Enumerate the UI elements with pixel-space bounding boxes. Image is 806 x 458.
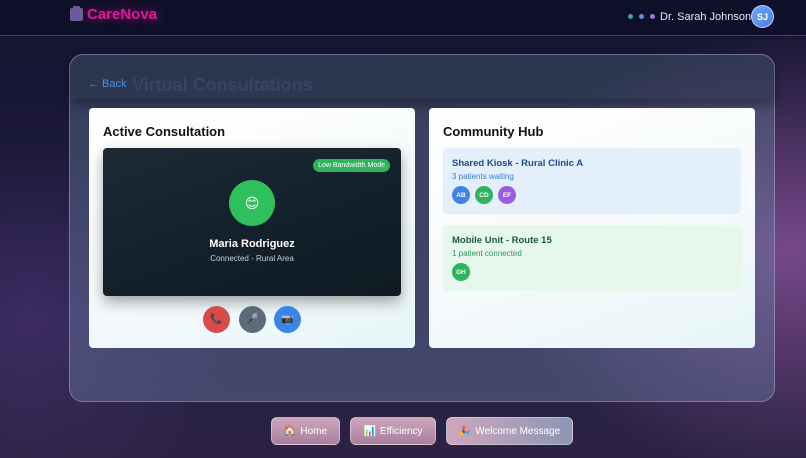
- home-icon: 🏠: [283, 425, 297, 437]
- patient-chip[interactable]: AB: [452, 186, 470, 204]
- status-dots: [628, 14, 655, 19]
- active-consultation-card: Active Consultation Low Bandwidth Mode 😊…: [89, 108, 415, 348]
- mute-button[interactable]: 🎤: [239, 306, 266, 333]
- status-dot: [650, 14, 655, 19]
- card-title: Active Consultation: [103, 124, 226, 139]
- welcome-label: Welcome Message: [475, 425, 561, 437]
- patient-chips: GH: [452, 263, 732, 281]
- patient-chip[interactable]: GH: [452, 263, 470, 281]
- patient-chip[interactable]: CD: [475, 186, 493, 204]
- hub-item-shared-kiosk[interactable]: Shared Kiosk - Rural Clinic A 3 patients…: [443, 148, 741, 214]
- back-link[interactable]: ← Back: [88, 78, 127, 90]
- connection-status: Connected - Rural Area: [210, 254, 294, 263]
- page-title: Virtual Consultations: [132, 75, 313, 95]
- brand-logo[interactable]: CareNova: [70, 5, 157, 23]
- card-title: Community Hub: [443, 124, 544, 139]
- community-hub-card: Community Hub Shared Kiosk - Rural Clini…: [429, 108, 755, 348]
- hub-item-mobile-unit[interactable]: Mobile Unit - Route 15 1 patient connect…: [443, 225, 741, 291]
- efficiency-button[interactable]: 📊 Efficiency: [350, 417, 436, 445]
- welcome-message-button[interactable]: 🎉 Welcome Message: [446, 417, 573, 445]
- status-dot: [639, 14, 644, 19]
- hub-item-name: Mobile Unit - Route 15: [452, 235, 552, 246]
- microphone-icon: 🎤: [246, 314, 259, 325]
- hub-item-subtitle: 1 patient connected: [452, 249, 522, 258]
- end-call-button[interactable]: 📞: [203, 306, 230, 333]
- user-name: Dr. Sarah Johnson: [660, 11, 752, 23]
- patient-avatar: 😊: [229, 180, 275, 226]
- smiley-icon: 😊: [244, 194, 260, 211]
- patient-chips: AB CD EF: [452, 186, 732, 204]
- video-feed: Low Bandwidth Mode 😊 Maria Rodriguez Con…: [103, 148, 401, 296]
- home-button[interactable]: 🏠 Home: [271, 417, 340, 445]
- user-avatar[interactable]: SJ: [751, 5, 774, 28]
- camera-icon: 📷: [281, 314, 294, 325]
- party-icon: 🎉: [458, 425, 472, 437]
- status-dot: [628, 14, 633, 19]
- efficiency-label: Efficiency: [379, 425, 423, 437]
- patient-chip[interactable]: EF: [498, 186, 516, 204]
- briefcase-icon: [70, 5, 83, 21]
- home-label: Home: [300, 425, 328, 437]
- panel-header: ← Back Virtual Consultations: [70, 55, 774, 99]
- low-bandwidth-badge: Low Bandwidth Mode: [313, 159, 390, 172]
- hub-item-name: Shared Kiosk - Rural Clinic A: [452, 158, 584, 169]
- patient-name: Maria Rodriguez: [209, 238, 295, 250]
- app-header: CareNova Dr. Sarah Johnson SJ: [0, 0, 806, 36]
- phone-icon: 📞: [210, 314, 223, 325]
- brand-name: CareNova: [87, 5, 158, 23]
- hub-item-subtitle: 3 patients waiting: [452, 172, 514, 181]
- camera-button[interactable]: 📷: [274, 306, 301, 333]
- chart-icon: 📊: [363, 425, 376, 437]
